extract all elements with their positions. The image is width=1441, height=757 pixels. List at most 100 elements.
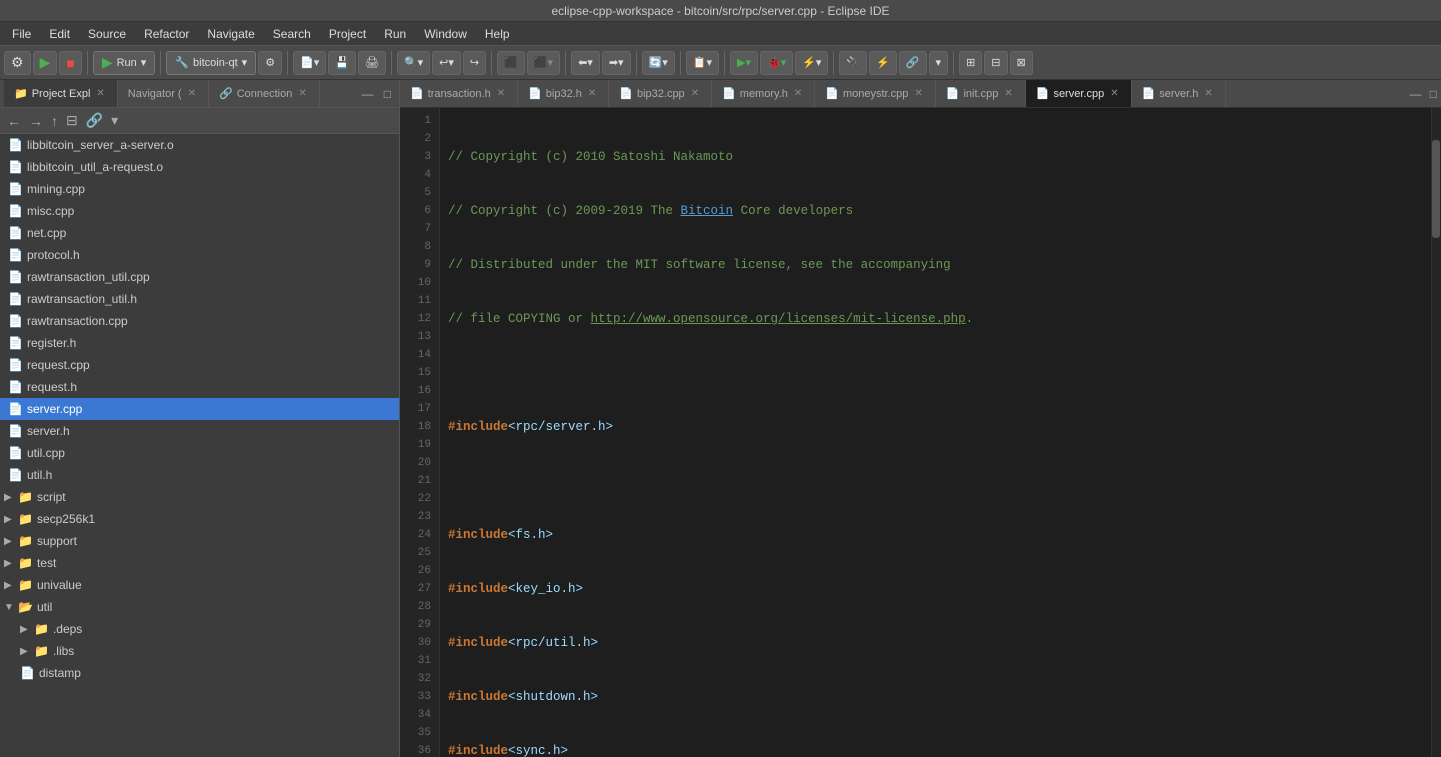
tree-item-secp256k1[interactable]: ▶ 📁 secp256k1 — [0, 508, 399, 530]
minimize-panel-btn[interactable]: — — [358, 85, 378, 103]
tree-item-request-h[interactable]: 📄 request.h — [0, 376, 399, 398]
tree-item-deps[interactable]: ▶ 📁 .deps — [0, 618, 399, 640]
tab-bip32-h[interactable]: 📄 bip32.h ✕ — [518, 80, 609, 107]
run-button[interactable]: ▶ Run ▾ — [93, 51, 156, 75]
tab-moneystr-cpp[interactable]: 📄 moneystr.cpp ✕ — [815, 80, 936, 107]
tree-item-util-cpp[interactable]: 📄 util.cpp — [0, 442, 399, 464]
tab-connection[interactable]: 🔗 Connection ✕ — [209, 80, 320, 107]
navigator-close[interactable]: ✕ — [186, 87, 198, 100]
config-dropdown-btn[interactable]: 🔧 bitcoin-qt ▾ — [166, 51, 256, 75]
menu-window[interactable]: Window — [416, 25, 475, 43]
tree-item-libbitcoin-server[interactable]: 📄 libbitcoin_server_a-server.o — [0, 134, 399, 156]
tab-close[interactable]: ✕ — [912, 87, 924, 100]
menu-help[interactable]: Help — [477, 25, 518, 43]
tree-back-btn[interactable]: ← — [4, 112, 24, 130]
tab-init-cpp[interactable]: 📄 init.cpp ✕ — [936, 80, 1026, 107]
tab-close[interactable]: ✕ — [792, 87, 804, 100]
tree-item-rawtransaction-util-h[interactable]: 📄 rawtransaction_util.h — [0, 288, 399, 310]
menu-run[interactable]: Run — [376, 25, 414, 43]
toolbar-ext2-btn[interactable]: ⚡ — [869, 51, 897, 75]
tab-icon: 📄 — [528, 87, 542, 100]
tree-filter-btn[interactable]: ▾ — [108, 111, 121, 130]
toolbar-settings-btn[interactable]: ⚙ — [4, 51, 31, 75]
scrollbar-thumb[interactable] — [1432, 140, 1440, 237]
menu-project[interactable]: Project — [321, 25, 374, 43]
tab-server-cpp[interactable]: 📄 server.cpp ✕ — [1026, 80, 1132, 107]
tree-collapse-btn[interactable]: ⊟ — [63, 111, 81, 130]
toolbar-redo-btn[interactable]: ↪ — [463, 51, 486, 75]
toolbar-search-btn[interactable]: 🔍▾ — [397, 51, 430, 75]
tree-item-register-h[interactable]: 📄 register.h — [0, 332, 399, 354]
toolbar-refresh-btn[interactable]: 🔄▾ — [642, 51, 675, 75]
tree-item-server-cpp[interactable]: 📄 server.cpp — [0, 398, 399, 420]
toolbar-ext4-btn[interactable]: ▾ — [929, 51, 949, 75]
tree-item-util-h[interactable]: 📄 util.h — [0, 464, 399, 486]
tree-item-server-h[interactable]: 📄 server.h — [0, 420, 399, 442]
toolbar-profile-btn[interactable]: ⚡▾ — [795, 51, 828, 75]
tab-navigator[interactable]: Navigator ( ✕ — [118, 80, 209, 107]
menu-search[interactable]: Search — [265, 25, 319, 43]
toolbar-ext-btn[interactable]: 🔌 — [839, 51, 867, 75]
toolbar-prev-btn[interactable]: ⬅▾ — [571, 51, 600, 75]
vertical-scrollbar[interactable] — [1431, 108, 1441, 757]
maximize-panel-btn[interactable]: □ — [380, 85, 395, 103]
tab-server-h[interactable]: 📄 server.h ✕ — [1132, 80, 1226, 107]
tree-item-util-folder[interactable]: ▼ 📂 util — [0, 596, 399, 618]
tab-close[interactable]: ✕ — [1202, 87, 1214, 100]
toolbar-new-btn[interactable]: 📄▾ — [293, 51, 326, 75]
tree-item-rawtransaction-cpp[interactable]: 📄 rawtransaction.cpp — [0, 310, 399, 332]
project-explorer-close[interactable]: ✕ — [94, 87, 106, 100]
tab-project-explorer[interactable]: 📁 Project Expl ✕ — [4, 80, 118, 107]
config-settings-btn[interactable]: ⚙ — [258, 51, 282, 75]
tree-forward-btn[interactable]: → — [26, 112, 46, 130]
tree-item-protocol-h[interactable]: 📄 protocol.h — [0, 244, 399, 266]
tree-item-libbitcoin-util[interactable]: 📄 libbitcoin_util_a-request.o — [0, 156, 399, 178]
tab-transaction-h[interactable]: 📄 transaction.h ✕ — [400, 80, 518, 107]
menu-navigate[interactable]: Navigate — [199, 25, 262, 43]
tree-item-libs[interactable]: ▶ 📁 .libs — [0, 640, 399, 662]
tree-item-net-cpp[interactable]: 📄 net.cpp — [0, 222, 399, 244]
menu-source[interactable]: Source — [80, 25, 134, 43]
tab-close-active[interactable]: ✕ — [1108, 87, 1120, 100]
tree-item-support[interactable]: ▶ 📁 support — [0, 530, 399, 552]
toolbar-run-green-btn[interactable]: ▶ — [33, 51, 58, 75]
tab-close[interactable]: ✕ — [495, 87, 507, 100]
tab-close[interactable]: ✕ — [586, 87, 598, 100]
toolbar-debug2-btn[interactable]: 🐞▾ — [760, 51, 793, 75]
tab-memory-h[interactable]: 📄 memory.h ✕ — [712, 80, 815, 107]
tree-up-btn[interactable]: ↑ — [48, 112, 61, 130]
tab-close[interactable]: ✕ — [689, 87, 701, 100]
menu-edit[interactable]: Edit — [41, 25, 78, 43]
tree-item-rawtransaction-util-cpp[interactable]: 📄 rawtransaction_util.cpp — [0, 266, 399, 288]
toolbar-debug-btn[interactable]: ⬛ — [497, 51, 525, 75]
tree-link-btn[interactable]: 🔗 — [83, 111, 106, 130]
tab-bip32-cpp[interactable]: 📄 bip32.cpp ✕ — [609, 80, 712, 107]
toolbar-run2-btn[interactable]: ▶▾ — [730, 51, 758, 75]
tree-item-request-cpp[interactable]: 📄 request.cpp — [0, 354, 399, 376]
tree-container[interactable]: 📄 libbitcoin_server_a-server.o 📄 libbitc… — [0, 134, 399, 757]
toolbar-ext3-btn[interactable]: 🔗 — [899, 51, 927, 75]
tree-item-test[interactable]: ▶ 📁 test — [0, 552, 399, 574]
connection-close[interactable]: ✕ — [296, 87, 308, 100]
toolbar-stop-btn[interactable]: ■ — [59, 51, 81, 75]
editor-maximize-btn[interactable]: □ — [1426, 85, 1441, 103]
toolbar-print-btn[interactable]: 🖨 — [358, 51, 386, 75]
toolbar-layout3-btn[interactable]: ⊠ — [1010, 51, 1033, 75]
editor-minimize-btn[interactable]: — — [1406, 85, 1426, 103]
toolbar-tasks-btn[interactable]: 📋▾ — [686, 51, 719, 75]
toolbar-next-btn[interactable]: ➡▾ — [602, 51, 631, 75]
toolbar-build-btn[interactable]: ⬛▾ — [527, 51, 560, 75]
tree-item-misc-cpp[interactable]: 📄 misc.cpp — [0, 200, 399, 222]
tree-item-mining-cpp[interactable]: 📄 mining.cpp — [0, 178, 399, 200]
tree-item-univalue[interactable]: ▶ 📁 univalue — [0, 574, 399, 596]
toolbar-layout-btn[interactable]: ⊞ — [959, 51, 982, 75]
code-content[interactable]: // Copyright (c) 2010 Satoshi Nakamoto /… — [440, 108, 1431, 757]
toolbar-undo-btn[interactable]: ↩▾ — [432, 51, 461, 75]
toolbar-save-btn[interactable]: 💾 — [328, 51, 356, 75]
tab-close[interactable]: ✕ — [1002, 87, 1014, 100]
menu-file[interactable]: File — [4, 25, 39, 43]
menu-refactor[interactable]: Refactor — [136, 25, 197, 43]
tree-item-distamp[interactable]: 📄 distamp — [0, 662, 399, 684]
tree-item-script[interactable]: ▶ 📁 script — [0, 486, 399, 508]
toolbar-layout2-btn[interactable]: ⊟ — [984, 51, 1007, 75]
